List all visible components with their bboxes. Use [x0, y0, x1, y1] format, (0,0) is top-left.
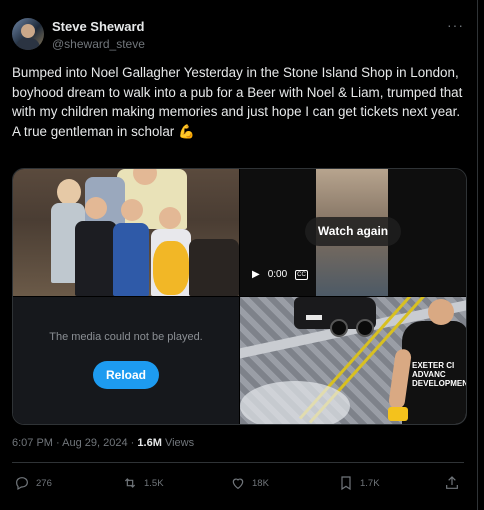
media-error-panel: The media could not be played. Reload	[13, 297, 239, 424]
repost-button[interactable]: 1.5K	[122, 475, 164, 491]
author-handle[interactable]: @sheward_steve	[52, 37, 145, 51]
like-button[interactable]: 18K	[230, 475, 269, 491]
family-photo[interactable]	[13, 169, 239, 296]
views-label: Views	[164, 437, 195, 449]
boy1-figure	[75, 221, 117, 296]
media-grid: Watch again ▶ 0:00 CC The media could no…	[12, 168, 467, 425]
more-options-icon[interactable]: ···	[447, 17, 464, 33]
repost-icon	[124, 478, 136, 488]
avatar-head	[21, 24, 35, 38]
author-name[interactable]: Steve Sheward	[52, 19, 145, 34]
boy1-head	[85, 197, 107, 219]
bookmark-icon	[341, 476, 351, 491]
tweet-meta: 6:07 PM · Aug 29, 2024 · 1.6M Views	[12, 437, 194, 449]
yellow-bag	[388, 407, 408, 421]
reply-count: 276	[36, 477, 52, 489]
avatar[interactable]	[12, 18, 44, 50]
pooh-toy	[153, 241, 189, 295]
play-icon[interactable]: ▶	[252, 269, 260, 280]
action-bar: 276 1.5K 18K 1.7K	[14, 475, 464, 495]
share-icon	[446, 476, 458, 489]
boy3-head	[159, 207, 181, 229]
reply-icon	[16, 477, 28, 491]
tweet-text: Bumped into Noel Gallagher Yesterday in …	[12, 65, 463, 139]
video-controls: ▶ 0:00 CC	[252, 269, 308, 280]
views-count: 1.6M	[137, 437, 162, 449]
shirt-text: EXETER CI ADVANC DEVELOPMENT	[412, 361, 466, 388]
divider	[12, 462, 464, 463]
like-count: 18K	[252, 477, 269, 489]
table	[189, 239, 239, 296]
child-head	[428, 299, 454, 325]
meta-separator: ·	[130, 437, 135, 449]
tweet-time[interactable]: 6:07 PM	[12, 437, 53, 449]
car-wheel	[356, 319, 374, 337]
reply-button[interactable]: 276	[14, 475, 52, 491]
tweet-date[interactable]: Aug 29, 2024	[62, 437, 127, 449]
car-wheel	[330, 319, 348, 337]
bookmark-count: 1.7K	[360, 477, 380, 489]
meta-separator: ·	[56, 437, 60, 449]
media-error-message: The media could not be played.	[49, 331, 203, 343]
girl-head	[57, 179, 81, 205]
blurred-foreground	[240, 381, 350, 424]
repost-count: 1.5K	[144, 477, 164, 489]
captions-icon[interactable]: CC	[295, 269, 308, 280]
street-photo[interactable]: EXETER CI ADVANC DEVELOPMENT	[240, 297, 466, 424]
bookmark-button[interactable]: 1.7K	[338, 475, 380, 491]
heart-icon	[232, 478, 244, 490]
share-button[interactable]	[444, 475, 460, 491]
boy2-figure	[113, 223, 149, 296]
number-plate	[306, 315, 322, 320]
walking-child: EXETER CI ADVANC DEVELOPMENT	[387, 299, 466, 424]
watch-again-button[interactable]: Watch again	[305, 217, 401, 246]
black-shirt: EXETER CI ADVANC DEVELOPMENT	[402, 321, 466, 424]
avatar-body	[16, 38, 40, 50]
video-time: 0:00	[267, 269, 288, 280]
boy2-head	[121, 199, 143, 221]
reload-button[interactable]: Reload	[93, 361, 159, 389]
video-player[interactable]: Watch again ▶ 0:00 CC	[240, 169, 466, 296]
tweet: Steve Sheward @sheward_steve ··· Bumped …	[0, 0, 478, 510]
car	[294, 297, 376, 337]
